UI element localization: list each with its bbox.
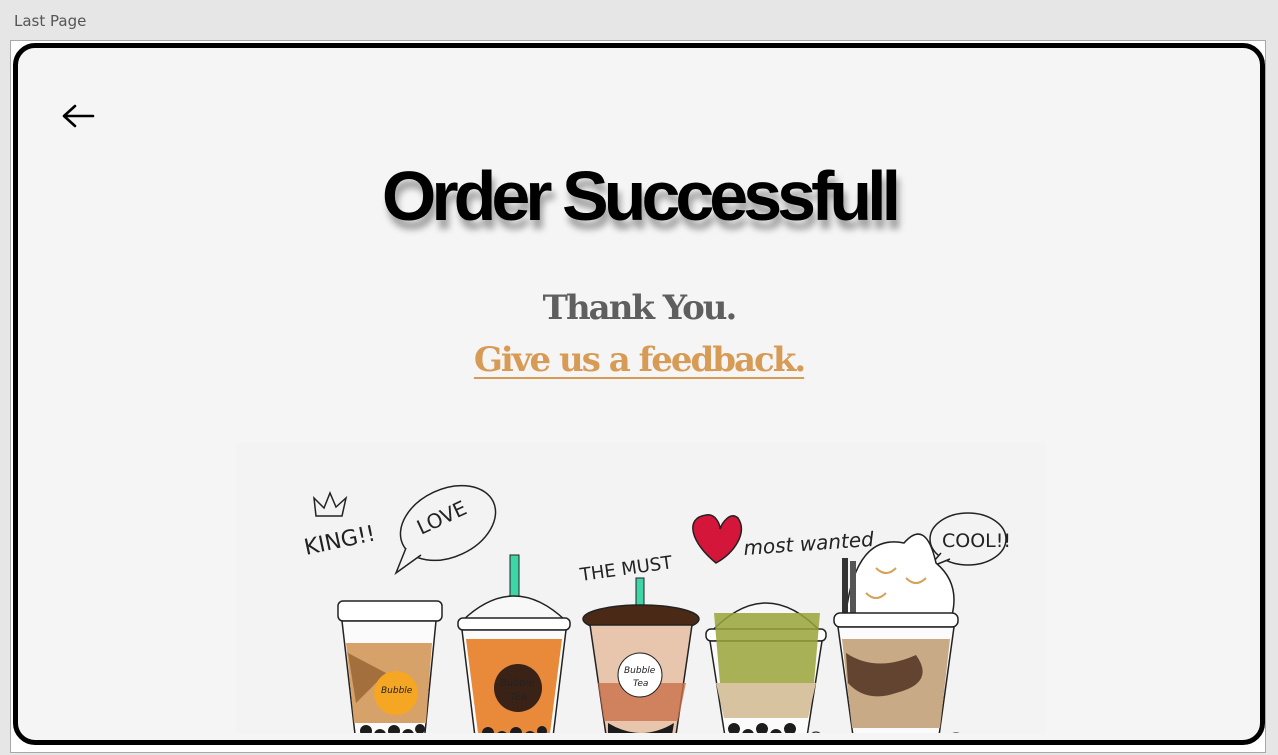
thank-you-text: Thank You. <box>542 288 738 328</box>
cup-3-label-line1: Bubble <box>624 666 656 676</box>
bubble-tea-cup-1: Bubble <box>337 600 443 733</box>
cup-1-label: Bubble <box>381 686 413 696</box>
arrow-left-icon <box>62 104 95 128</box>
cup-2-label-line2: Tea <box>510 692 527 703</box>
bubble-tea-cup-4 <box>705 602 827 733</box>
feedback-link[interactable]: Give us a feedback. <box>474 340 806 380</box>
svg-text:COOL!!: COOL!! <box>942 530 1011 552</box>
cup-3-label-line2: Tea <box>633 679 648 689</box>
bubble-tea-illustration: KING!! LOVE THE MUST most wanted COOL!! … <box>236 443 1046 733</box>
page-title: Order Successfull <box>381 157 901 235</box>
feedback-row: Give us a feedback. <box>18 340 1260 380</box>
cup-2-label-line1: Bubble <box>500 678 535 689</box>
order-success-card: Order Successfull Thank You. Give us a f… <box>13 43 1265 745</box>
window-title: Last Page <box>14 12 87 30</box>
back-button[interactable] <box>60 98 96 134</box>
